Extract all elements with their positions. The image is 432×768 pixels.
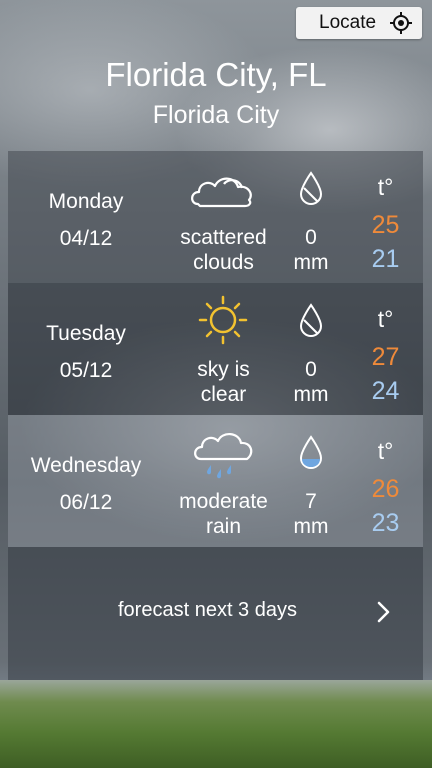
- day-name: Tuesday: [46, 322, 126, 345]
- precip-unit: mm: [293, 515, 329, 538]
- locate-button[interactable]: Locate: [296, 7, 422, 39]
- drop-icon: [299, 303, 323, 338]
- precip-unit: mm: [293, 251, 329, 274]
- temp-high: 27: [371, 343, 400, 371]
- forecast-next-link[interactable]: forecast next 3 days: [118, 599, 297, 622]
- day-name: Monday: [48, 190, 124, 213]
- sun-icon: [198, 295, 248, 345]
- condition-line2: clouds: [193, 251, 254, 274]
- forecast-row-tuesday: Tuesday 05/12 sky is clear 0 mm t° 27 24: [8, 283, 423, 415]
- temp-low: 21: [371, 245, 400, 273]
- day-date: 04/12: [59, 227, 113, 250]
- condition-line2: rain: [205, 515, 242, 538]
- precip-unit: mm: [293, 383, 329, 406]
- condition-line2: clear: [200, 383, 247, 406]
- forecast-panel: Monday 04/12 scattered clouds 0 mm t° 25…: [8, 151, 423, 680]
- condition-line1: moderate: [179, 490, 268, 513]
- rain-cloud-icon: [194, 433, 253, 479]
- filled-drop-icon: [299, 435, 323, 470]
- crosshair-icon: [390, 12, 412, 34]
- day-date: 05/12: [59, 359, 113, 382]
- city-title: Florida City, FL: [105, 56, 327, 93]
- drop-icon: [299, 171, 323, 206]
- grass-background: [0, 680, 432, 768]
- forecast-row-wednesday: Wednesday 06/12 moderate rain 7 mm t° 26…: [8, 415, 423, 547]
- temp-low: 23: [371, 509, 400, 537]
- condition-line1: sky is: [197, 358, 250, 381]
- temp-low: 24: [371, 377, 400, 405]
- temp-high: 25: [371, 211, 400, 239]
- precip-value: 7: [305, 490, 317, 513]
- temp-label: t°: [377, 174, 394, 200]
- precip-value: 0: [305, 226, 317, 249]
- temp-high: 26: [371, 475, 400, 503]
- forecast-row-monday: Monday 04/12 scattered clouds 0 mm t° 25…: [8, 151, 423, 283]
- temp-label: t°: [377, 438, 394, 464]
- city-subtitle: Florida City: [152, 101, 280, 129]
- day-date: 06/12: [59, 491, 113, 514]
- chevron-right-icon[interactable]: [374, 599, 394, 625]
- day-name: Wednesday: [30, 454, 142, 477]
- precip-value: 0: [305, 358, 317, 381]
- cloud-icon: [191, 177, 252, 208]
- condition-line1: scattered: [180, 226, 267, 249]
- locate-label: Locate: [319, 12, 377, 33]
- temp-label: t°: [377, 306, 394, 332]
